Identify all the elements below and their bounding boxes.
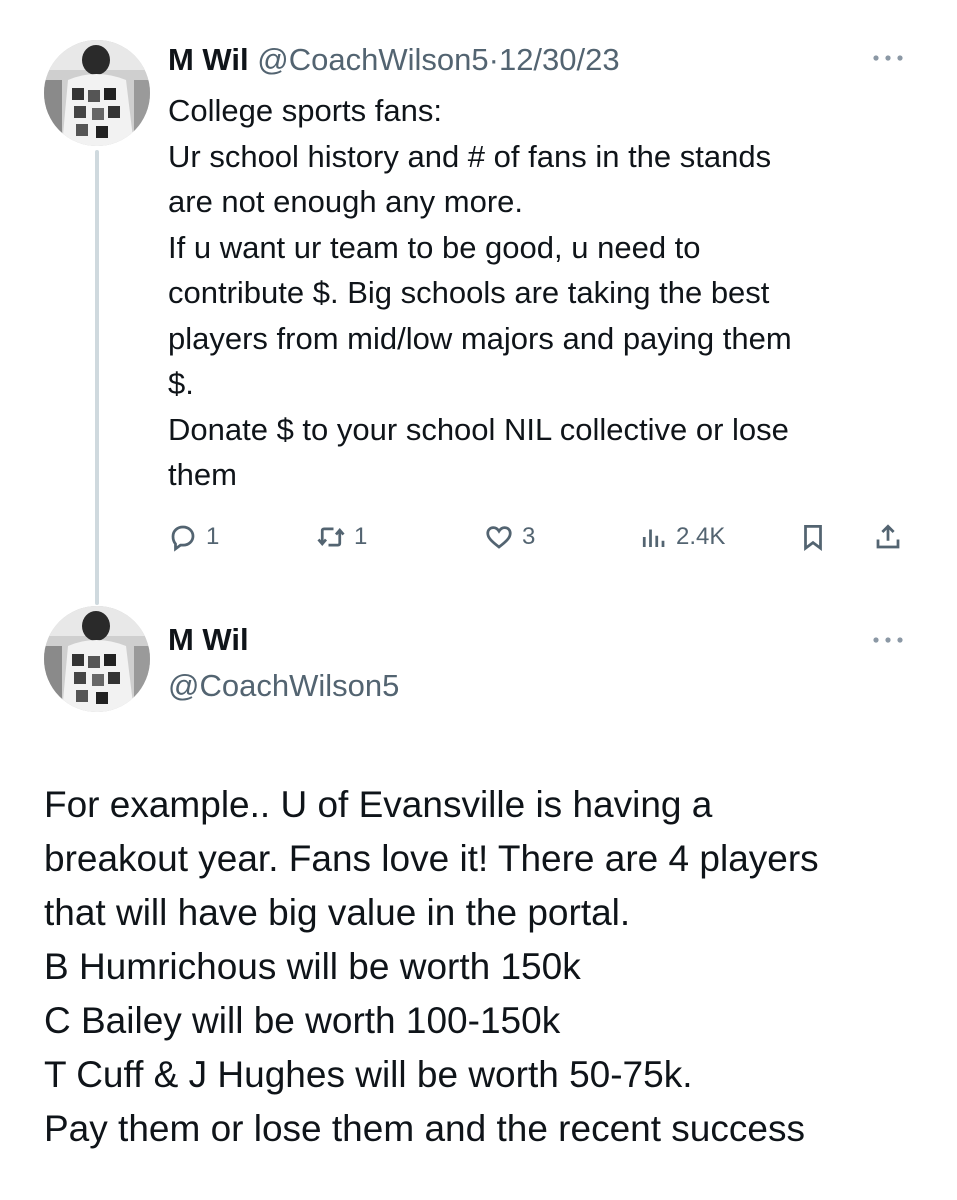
- repost-icon: [317, 527, 345, 547]
- avatar-image: [44, 40, 150, 146]
- tweet-text-line: Ur school history and # of fans in the s…: [168, 138, 772, 174]
- tweet-text-line: C Bailey will be worth 100-150k: [44, 1000, 561, 1041]
- avatar[interactable]: [44, 40, 150, 146]
- bookmark-icon: [804, 525, 822, 551]
- tweet-text-line: players from mid/low majors and paying t…: [168, 320, 792, 356]
- display-name[interactable]: M Wil: [168, 42, 249, 77]
- tweet-text-line: If u want ur team to be good, u need to: [168, 229, 701, 265]
- like-count: 3: [522, 523, 536, 550]
- like-button[interactable]: 3: [484, 515, 535, 559]
- views-icon: [642, 529, 665, 547]
- reply-icon: [171, 525, 195, 552]
- view-count: 2.4K: [676, 523, 726, 550]
- tweet-date[interactable]: 12/30/23: [499, 42, 620, 77]
- reply-button[interactable]: 1: [168, 515, 219, 559]
- tweet2-text: For example.. U of Evansville is having …: [44, 778, 924, 1156]
- display-name[interactable]: M Wil: [168, 620, 249, 660]
- avatar-image: [44, 606, 150, 712]
- tweet1-action-bar: 1 1 3 2.4K: [168, 515, 913, 559]
- tweet1-header: M Wil @CoachWilson5·12/30/23: [168, 40, 620, 80]
- more-options-button[interactable]: [868, 628, 908, 652]
- tweet-text-line: Donate $ to your school NIL collective o…: [168, 411, 789, 447]
- tweet-text-line: B Humrichous will be worth 150k: [44, 946, 581, 987]
- share-icon: [876, 524, 900, 549]
- views-button[interactable]: 2.4K: [638, 515, 725, 559]
- tweet-text-line: breakout year. Fans love it! There are 4…: [44, 838, 819, 879]
- share-button[interactable]: [873, 515, 903, 559]
- more-icon: [873, 55, 903, 61]
- more-icon: [873, 637, 903, 643]
- thread-connector-line: [95, 150, 99, 605]
- user-handle[interactable]: @CoachWilson5: [168, 666, 399, 706]
- user-handle[interactable]: @CoachWilson5: [257, 42, 488, 77]
- heart-icon: [486, 526, 512, 549]
- bookmark-button[interactable]: [798, 515, 828, 559]
- tweet-text-line: Pay them or lose them and the recent suc…: [44, 1108, 805, 1149]
- repost-button[interactable]: 1: [316, 515, 367, 559]
- tweet-text-line: T Cuff & J Hughes will be worth 50-75k.: [44, 1054, 693, 1095]
- reply-count: 1: [206, 523, 220, 550]
- tweet-text-line: them: [168, 457, 237, 492]
- tweet-text-line: For example.. U of Evansville is having …: [44, 784, 713, 825]
- separator-dot: ·: [488, 42, 499, 77]
- tweet-text-line: College sports fans:: [168, 93, 442, 128]
- tweet-text-line: that will have big value in the portal.: [44, 892, 631, 933]
- more-options-button[interactable]: [868, 46, 908, 70]
- tweet1-text: College sports fans: Ur school history a…: [168, 88, 908, 498]
- avatar[interactable]: [44, 606, 150, 712]
- tweet-text-line: contribute $. Big schools are taking the…: [168, 275, 770, 310]
- tweet-text-line: are not enough any more.: [168, 184, 524, 219]
- repost-count: 1: [354, 523, 368, 550]
- tweet-text-line: $.: [168, 366, 194, 401]
